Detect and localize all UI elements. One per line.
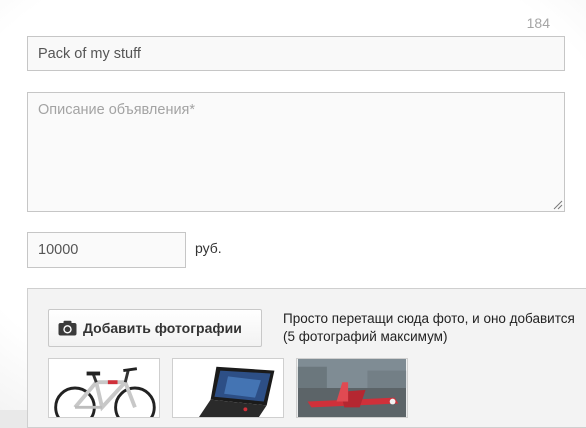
photo-thumbnail-laptop[interactable] [172,358,284,418]
title-input[interactable] [27,36,565,71]
drop-hint: Просто перетащи сюда фото, и оно добавит… [283,310,586,346]
photo-thumbnail-bicycle[interactable] [48,358,160,418]
title-char-counter: 184 [526,15,550,31]
bicycle-photo [49,359,159,417]
photo-thumbnail-airplane[interactable] [296,358,408,418]
add-photos-button[interactable]: Добавить фотографии [48,309,262,347]
resize-grip-icon[interactable] [553,200,563,210]
listing-form: 184 руб. Добавить фотографии Просто пере… [0,0,586,428]
drop-hint-line-2: (5 фотографий максимум) [283,329,448,344]
price-input[interactable] [27,232,186,268]
description-textarea[interactable] [27,92,565,212]
drop-hint-line-1: Просто перетащи сюда фото, и оно добавит… [283,311,575,326]
currency-label: руб. [195,240,222,256]
camera-icon [58,320,77,336]
laptop-photo [173,359,283,417]
add-photos-label: Добавить фотографии [83,320,242,336]
airplane-photo [297,359,407,417]
